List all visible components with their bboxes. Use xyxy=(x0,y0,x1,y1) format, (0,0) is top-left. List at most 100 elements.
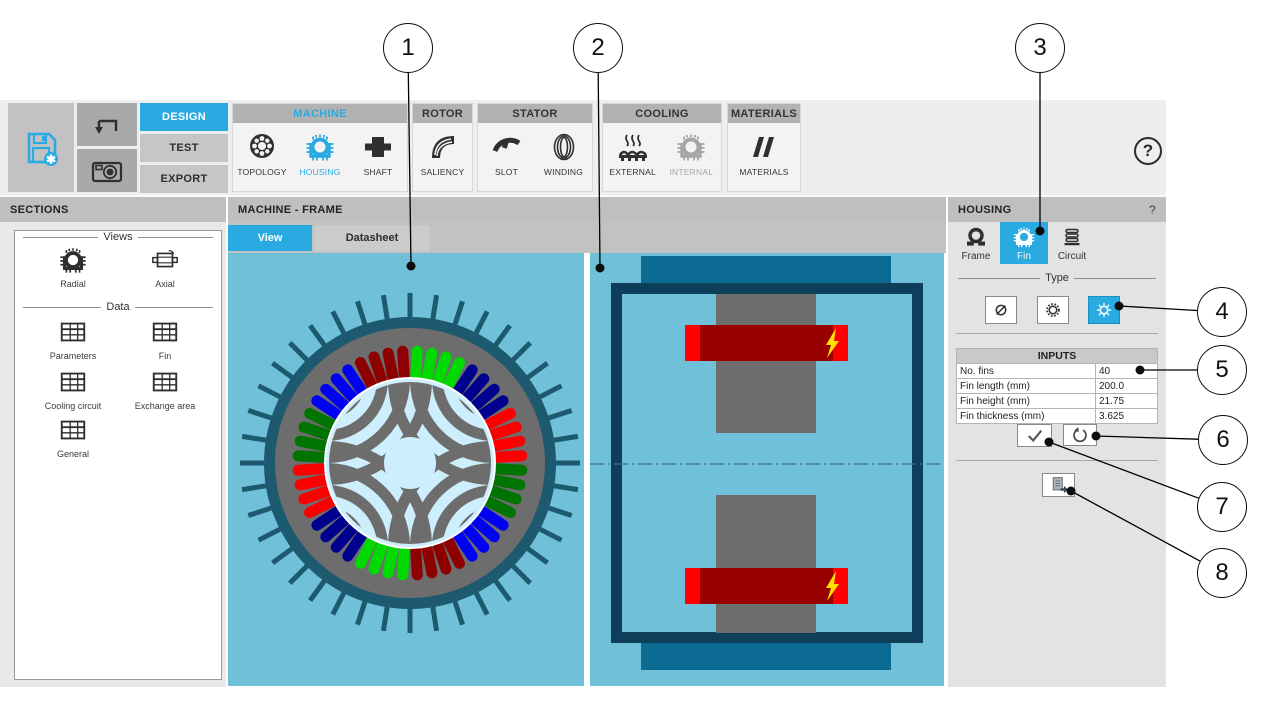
axial-fins-icon xyxy=(1046,303,1060,317)
table-row: Fin thickness (mm) 3.625 xyxy=(956,408,1158,424)
fin-thickness-value[interactable]: 3.625 xyxy=(1095,408,1158,424)
radial-motor-drawing xyxy=(228,253,584,686)
axial-motor-drawing xyxy=(590,253,944,686)
group-machine: MACHINE TOPOLOGY HOUSING SHAFT xyxy=(232,103,408,192)
export-data-button[interactable] xyxy=(1042,473,1075,497)
sections-card: Views Radial Axial Data Parameters Fin C… xyxy=(14,230,222,680)
housing-header: HOUSING ? xyxy=(948,197,1166,222)
sidebar-item-parameters[interactable]: Parameters xyxy=(27,317,119,361)
input-name: Fin thickness (mm) xyxy=(956,408,1096,424)
screenshot-button[interactable] xyxy=(77,149,137,192)
group-materials-title: MATERIALS xyxy=(728,104,800,123)
sections-title: SECTIONS xyxy=(10,203,69,216)
slot-icon xyxy=(492,137,520,153)
exchange-area-table-icon xyxy=(150,367,180,397)
input-name: Fin length (mm) xyxy=(956,378,1096,394)
apply-button[interactable] xyxy=(1017,424,1052,447)
external-cooling-icon xyxy=(618,134,647,161)
group-rotor: ROTOR SALIENCY xyxy=(412,103,473,192)
group-stator-title: STATOR xyxy=(478,104,592,123)
axial-view-icon xyxy=(152,249,178,268)
housing-tab-circuit[interactable]: Circuit xyxy=(1048,222,1096,264)
callout-2: 2 xyxy=(573,23,623,73)
callout-7: 7 xyxy=(1197,482,1247,532)
radial-fins-icon xyxy=(1094,300,1114,320)
ribbon-toolbar: ✱ DESIGN TEST EXPORT MACHINE TOPOLOGY HO… xyxy=(0,100,1166,197)
radial-view-icon xyxy=(58,245,88,275)
toolbar-item-shaft[interactable]: SHAFT xyxy=(349,131,407,177)
saliency-icon xyxy=(431,136,454,158)
divider-line xyxy=(956,333,1158,334)
reset-icon xyxy=(1073,427,1087,443)
sidebar-item-axial[interactable]: Axial xyxy=(119,245,211,289)
axial-view-canvas[interactable] xyxy=(590,253,944,686)
internal-cooling-icon xyxy=(675,131,707,163)
group-materials: MATERIALS MATERIALS xyxy=(727,103,801,192)
tab-design[interactable]: DESIGN xyxy=(140,103,228,131)
toolbar-item-saliency[interactable]: SALIENCY xyxy=(414,131,472,177)
tab-datasheet[interactable]: Datasheet xyxy=(314,225,430,251)
save-icon: ✱ xyxy=(27,132,58,166)
sections-header: SECTIONS xyxy=(0,197,226,222)
table-row: Fin height (mm) 21.75 xyxy=(956,393,1158,409)
undo-arrow-icon xyxy=(95,119,118,134)
sidebar-item-exchange-area[interactable]: Exchange area xyxy=(119,367,211,411)
toolbar-item-internal[interactable]: INTERNAL xyxy=(662,131,720,177)
housing-title: HOUSING xyxy=(958,203,1012,216)
input-name: Fin height (mm) xyxy=(956,393,1096,409)
fin-icon xyxy=(1012,225,1036,249)
tab-test[interactable]: TEST xyxy=(140,134,228,162)
radial-view-canvas[interactable] xyxy=(228,253,584,686)
callout-1: 1 xyxy=(383,23,433,73)
reset-button[interactable] xyxy=(1063,424,1097,446)
sidebar-item-general[interactable]: General xyxy=(27,415,119,459)
fin-type-radial-button[interactable] xyxy=(1088,296,1120,324)
topology-icon xyxy=(250,134,274,158)
cooling-circuit-table-icon xyxy=(58,367,88,397)
main-title: MACHINE - FRAME xyxy=(238,203,343,216)
sidebar-item-cooling-circuit[interactable]: Cooling circuit xyxy=(27,367,119,411)
page: ✱ DESIGN TEST EXPORT MACHINE TOPOLOGY HO… xyxy=(0,0,1269,707)
views-divider: Views xyxy=(23,231,213,243)
group-rotor-title: ROTOR xyxy=(413,104,472,123)
materials-icon xyxy=(753,137,774,157)
housing-tab-frame[interactable]: Frame xyxy=(952,222,1000,264)
fin-type-none-button[interactable] xyxy=(985,296,1017,324)
toolbar-item-materials[interactable]: MATERIALS xyxy=(735,131,793,177)
callout-6: 6 xyxy=(1198,415,1248,465)
general-table-icon xyxy=(58,415,88,445)
housing-panel: Frame Fin Circuit Type INPUTS No. fins 4… xyxy=(948,222,1166,687)
group-machine-title: MACHINE xyxy=(233,104,407,123)
housing-icon xyxy=(304,131,336,163)
callout-8: 8 xyxy=(1197,548,1247,598)
no-fins-value[interactable]: 40 xyxy=(1095,363,1158,379)
inputs-table: INPUTS No. fins 40 Fin length (mm) 200.0… xyxy=(956,348,1158,424)
fin-type-axial-button[interactable] xyxy=(1037,296,1069,324)
help-button[interactable]: ? xyxy=(1134,137,1162,165)
toolbar-item-housing[interactable]: HOUSING xyxy=(291,131,349,177)
tab-export[interactable]: EXPORT xyxy=(140,165,228,193)
parameters-table-icon xyxy=(58,317,88,347)
winding-icon xyxy=(553,133,574,161)
toolbar-item-topology[interactable]: TOPOLOGY xyxy=(233,131,291,177)
housing-tab-fin[interactable]: Fin xyxy=(1000,222,1048,264)
main-header: MACHINE - FRAME xyxy=(228,197,946,222)
sidebar-item-fin[interactable]: Fin xyxy=(119,317,211,361)
group-cooling-title: COOLING xyxy=(603,104,721,123)
view-tab-strip: View Datasheet xyxy=(228,222,946,253)
group-stator: STATOR SLOT WINDING xyxy=(477,103,593,192)
undo-button[interactable] xyxy=(77,103,137,146)
fin-length-value[interactable]: 200.0 xyxy=(1095,378,1158,394)
table-row: No. fins 40 xyxy=(956,363,1158,379)
data-divider: Data xyxy=(23,301,213,313)
sidebar-item-radial[interactable]: Radial xyxy=(27,245,119,289)
toolbar-item-winding[interactable]: WINDING xyxy=(535,131,592,177)
tab-view[interactable]: View xyxy=(228,225,312,251)
fin-height-value[interactable]: 21.75 xyxy=(1095,393,1158,409)
check-icon xyxy=(1027,429,1042,442)
toolbar-item-external[interactable]: EXTERNAL xyxy=(604,131,662,177)
save-button[interactable]: ✱ xyxy=(8,103,74,192)
toolbar-item-slot[interactable]: SLOT xyxy=(478,131,535,177)
housing-help-button[interactable]: ? xyxy=(1149,203,1156,217)
callout-3: 3 xyxy=(1015,23,1065,73)
